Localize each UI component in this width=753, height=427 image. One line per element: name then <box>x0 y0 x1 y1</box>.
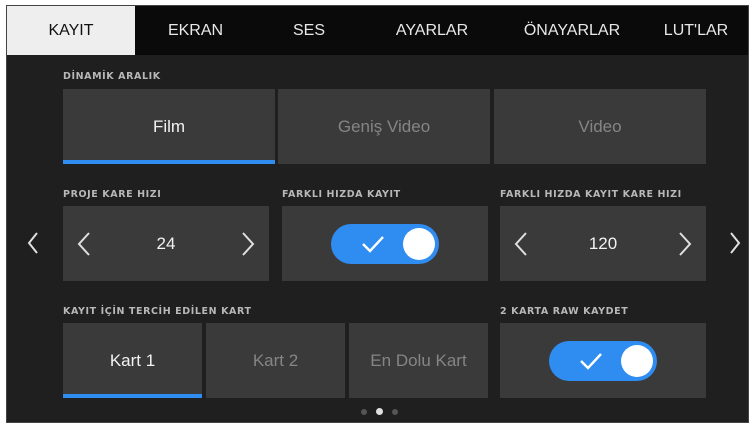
dynamic-range-film-button[interactable]: Film <box>63 89 275 164</box>
chevron-right-icon[interactable] <box>233 206 263 281</box>
checkmark-icon <box>580 352 602 370</box>
card-1-label: Kart 1 <box>109 350 156 370</box>
tab-kayit[interactable]: KAYIT <box>7 6 135 55</box>
camera-settings-screen: KAYIT EKRAN SES AYARLAR ÖNAYARLAR LUT'LA… <box>6 5 749 423</box>
off-speed-recording-toggle[interactable] <box>331 223 439 264</box>
page-dot-3[interactable] <box>392 408 398 415</box>
dynamic-range-film-label: Film <box>152 116 186 136</box>
selected-indicator <box>63 394 202 398</box>
project-frame-rate-label: PROJE KARE HIZI <box>63 189 162 200</box>
dynamic-range-label: DİNAMİK ARALIK <box>63 71 161 82</box>
selected-indicator <box>63 160 275 164</box>
raw-two-cards-label: 2 KARTA RAW KAYDET <box>500 306 629 317</box>
off-speed-recording-label: FARKLI HIZDA KAYIT <box>282 189 401 200</box>
tab-ekran[interactable]: EKRAN <box>135 6 256 55</box>
page-dot-2[interactable] <box>376 408 383 415</box>
tab-ayarlar[interactable]: AYARLAR <box>362 6 502 55</box>
dynamic-range-video-button[interactable]: Video <box>494 89 706 164</box>
project-frame-rate-stepper: 24 <box>63 206 269 281</box>
tab-ses[interactable]: SES <box>256 6 362 55</box>
off-speed-recording-tile <box>282 206 488 281</box>
card-2-button[interactable]: Kart 2 <box>206 323 345 398</box>
tab-onayarlar[interactable]: ÖNAYARLAR <box>502 6 642 55</box>
card-1-button[interactable]: Kart 1 <box>63 323 202 398</box>
preferred-card-label: KAYIT İÇİN TERCİH EDİLEN KART <box>63 306 252 317</box>
page-prev-chevron-icon[interactable] <box>21 228 45 258</box>
chevron-left-icon[interactable] <box>506 206 536 281</box>
raw-two-cards-tile <box>500 323 706 398</box>
page-indicator <box>361 408 398 415</box>
dynamic-range-extended-video-label: Geniş Video <box>337 116 431 136</box>
chevron-left-icon[interactable] <box>69 206 99 281</box>
dynamic-range-video-label: Video <box>578 116 622 136</box>
chevron-right-icon[interactable] <box>670 206 700 281</box>
card-2-label: Kart 2 <box>252 350 299 370</box>
tab-lutlar[interactable]: LUT'LAR <box>642 6 748 55</box>
checkmark-icon <box>362 235 384 253</box>
toggle-knob <box>621 344 653 377</box>
dynamic-range-extended-video-button[interactable]: Geniş Video <box>278 89 490 164</box>
page-next-chevron-icon[interactable] <box>723 228 747 258</box>
tab-bar: KAYIT EKRAN SES AYARLAR ÖNAYARLAR LUT'LA… <box>7 6 748 55</box>
off-speed-frame-rate-label: FARKLI HIZDA KAYIT KARE HIZI <box>500 189 682 200</box>
page-dot-1[interactable] <box>361 408 367 415</box>
off-speed-frame-rate-stepper: 120 <box>500 206 706 281</box>
toggle-knob <box>403 227 435 260</box>
raw-two-cards-toggle[interactable] <box>549 340 657 381</box>
fullest-card-button[interactable]: En Dolu Kart <box>349 323 488 398</box>
fullest-card-label: En Dolu Kart <box>370 350 467 370</box>
